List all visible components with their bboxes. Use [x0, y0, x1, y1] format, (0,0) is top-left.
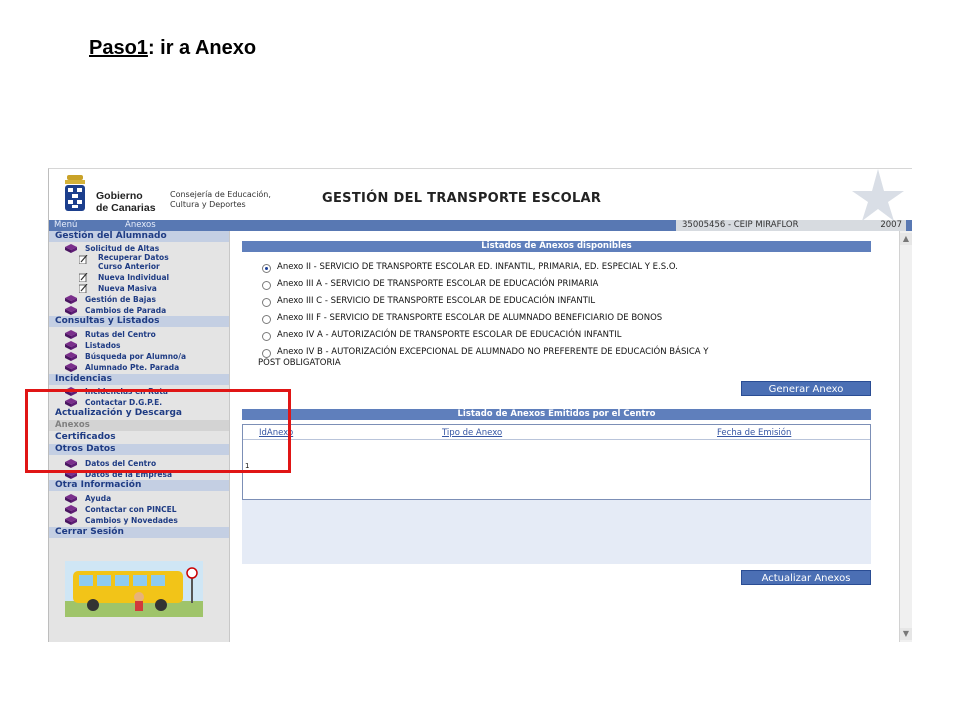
book-icon [65, 330, 77, 339]
sidebar-section-consultas[interactable]: Consultas y Listados [49, 316, 229, 327]
option-anexo-iii-f: Anexo III F - SERVICIO DE TRANSPORTE ESC… [277, 313, 663, 323]
consejeria-text: Consejería de Educación, Cultura y Depor… [170, 190, 271, 210]
year-label: 2007 [880, 220, 902, 230]
book-icon [65, 341, 77, 350]
star-logo-icon [852, 169, 904, 221]
sidebar-item-recuperar[interactable]: Recuperar Datos Curso Anterior [98, 253, 169, 271]
radio-anexo-iv-a[interactable] [262, 332, 271, 341]
slide-title-step: Paso1 [89, 37, 148, 59]
centro-name: 35005456 - CEIP MIRAFLOR [682, 220, 799, 230]
scroll-down-icon[interactable]: ▼ [900, 628, 912, 640]
radio-anexo-iii-a[interactable] [262, 281, 271, 290]
col-fecha[interactable]: Fecha de Emisión [717, 428, 791, 438]
book-icon [65, 494, 77, 503]
sidebar-section-incidencias[interactable]: Incidencias [49, 374, 229, 385]
header-divider [243, 439, 870, 440]
sidebar-item-cambios-novedades[interactable]: Cambios y Novedades [85, 515, 178, 526]
radio-anexo-iv-b[interactable] [262, 349, 271, 358]
school-bus-illustration [65, 561, 203, 617]
app-title: GESTIÓN DEL TRANSPORTE ESCOLAR [322, 191, 602, 206]
main-content: Listados de Anexos disponibles Anexo II … [230, 231, 899, 642]
edit-icon [79, 255, 88, 264]
sidebar-item-listados[interactable]: Listados [85, 340, 120, 351]
recuperar-line2: Curso Anterior [98, 262, 160, 271]
sidebar-item-bajas[interactable]: Gestión de Bajas [85, 294, 156, 305]
scroll-up-icon[interactable]: ▲ [900, 233, 912, 245]
option-anexo-iv-b-cont: POST OBLIGATORIA [258, 358, 341, 368]
book-icon [65, 516, 77, 525]
highlight-box [25, 389, 291, 473]
vertical-scrollbar[interactable]: ▲ ▼ [899, 231, 912, 642]
edit-icon [79, 273, 88, 282]
option-anexo-iv-b: Anexo IV B - AUTORIZACIÓN EXCEPCIONAL DE… [277, 347, 709, 357]
sidebar-item-cambios-parada[interactable]: Cambios de Parada [85, 305, 166, 316]
radio-anexo-iii-c[interactable] [262, 298, 271, 307]
listados-header: Listados de Anexos disponibles [242, 241, 871, 252]
radio-anexo-iii-f[interactable] [262, 315, 271, 324]
anexos-table: IdAnexo Tipo de Anexo Fecha de Emisión 1 [242, 424, 871, 500]
option-anexo-iii-a: Anexo III A - SERVICIO DE TRANSPORTE ESC… [277, 279, 599, 289]
book-icon [65, 352, 77, 361]
book-icon [65, 363, 77, 372]
sidebar-item-nueva-individual[interactable]: Nueva Individual [98, 272, 169, 283]
sidebar-item-rutas[interactable]: Rutas del Centro [85, 329, 156, 340]
sidebar-item-nueva-masiva[interactable]: Nueva Masiva [98, 283, 157, 294]
gov-line1: Gobierno [96, 190, 143, 202]
option-anexo-iii-c: Anexo III C - SERVICIO DE TRANSPORTE ESC… [277, 296, 596, 306]
recuperar-line1: Recuperar Datos [98, 253, 169, 262]
col-tipo[interactable]: Tipo de Anexo [442, 428, 502, 438]
sidebar-item-busqueda[interactable]: Búsqueda por Alumno/a [85, 351, 186, 362]
menu-label[interactable]: Menú [54, 220, 77, 231]
edit-icon [79, 284, 88, 293]
book-icon [65, 244, 77, 253]
radio-anexo-ii[interactable] [262, 264, 271, 273]
menu-bar: Menú Anexos 35005456 - CEIP MIRAFLOR 200… [49, 220, 912, 231]
app-header: Gobierno de Canarias Consejería de Educa… [49, 169, 912, 221]
sidebar-section-cerrar[interactable]: Cerrar Sesión [49, 527, 229, 538]
sidebar-section-otra-info[interactable]: Otra Información [49, 480, 229, 491]
sidebar-item-ayuda[interactable]: Ayuda [85, 493, 111, 504]
cons-line1: Consejería de Educación, [170, 190, 271, 199]
emitidos-header: Listado de Anexos Emitidos por el Centro [242, 409, 871, 420]
book-icon [65, 295, 77, 304]
sidebar-item-pte-parada[interactable]: Alumnado Pte. Parada [85, 362, 179, 373]
actualizar-anexos-button[interactable]: Actualizar Anexos [741, 570, 871, 585]
generar-anexo-button[interactable]: Generar Anexo [741, 381, 871, 396]
gov-line2: de Canarias [96, 202, 156, 214]
slide-title-text: : ir a Anexo [147, 37, 257, 59]
table-footer-area [242, 500, 871, 564]
option-anexo-iv-a: Anexo IV A - AUTORIZACIÓN DE TRANSPORTE … [277, 330, 622, 340]
cons-line2: Cultura y Deportes [170, 200, 246, 209]
option-anexo-ii: Anexo II - SERVICIO DE TRANSPORTE ESCOLA… [277, 262, 678, 272]
menu-section-label: Anexos [125, 220, 156, 230]
slide-title: Paso1: ir a Anexo [89, 37, 256, 60]
book-icon [65, 505, 77, 514]
gobierno-logo-text: Gobierno de Canarias [96, 190, 156, 214]
centro-info: 35005456 - CEIP MIRAFLOR 2007 [676, 220, 906, 231]
canarias-crest-logo [65, 175, 85, 211]
book-icon [65, 306, 77, 315]
sidebar-item-contactar-pincel[interactable]: Contactar con PINCEL [85, 504, 177, 515]
sidebar-section-gestion[interactable]: Gestión del Alumnado [49, 231, 229, 242]
